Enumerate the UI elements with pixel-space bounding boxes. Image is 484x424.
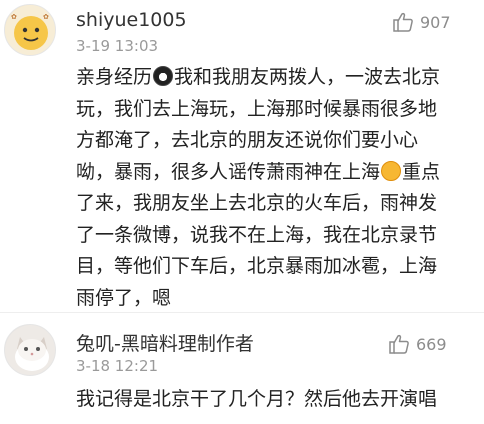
like-button[interactable]: 669 bbox=[388, 334, 447, 354]
comment-line: 雨停了，嗯 bbox=[76, 286, 172, 309]
comment-timestamp: 3-18 12:21 bbox=[76, 357, 159, 375]
comment-item-2: 兔叽-黑暗料理制作者 3-18 12:21 669 我记得是北京干了几个月？然后… bbox=[0, 318, 484, 424]
comment-divider bbox=[0, 312, 484, 313]
thumbs-up-icon bbox=[389, 334, 409, 354]
cat-photo-avatar-icon bbox=[5, 325, 55, 375]
like-button[interactable]: 907 bbox=[392, 12, 451, 32]
grin-emoji-icon bbox=[381, 160, 402, 181]
comment-line: 玩，我们去上海玩，上海那时候暴雨很多地 bbox=[76, 97, 438, 120]
comment-line: 呦，暴雨，很多人谣传萧雨神在上海 重点 bbox=[76, 160, 441, 183]
comment-body: 亲身经历 我和我朋友两拨人，一波去北京 玩，我们去上海玩，上海那时候暴雨很多地 方… bbox=[76, 62, 440, 314]
svg-text:✿: ✿ bbox=[11, 13, 17, 21]
comment-item-1: ✿ ✿ shiyue1005 3-19 13:03 907 亲身经历 我和我朋友两… bbox=[0, 0, 484, 309]
thumbs-up-icon bbox=[393, 12, 413, 32]
comment-username[interactable]: shiyue1005 bbox=[76, 9, 187, 31]
comment-line: 了一条微博，说我不在上海，我在北京录节 bbox=[76, 223, 438, 246]
comment-timestamp: 3-19 13:03 bbox=[76, 37, 159, 55]
face-emoji-icon bbox=[153, 66, 174, 86]
comment-line: 亲身经历 我和我朋友两拨人，一波去北京 bbox=[76, 66, 441, 88]
comment-line: 目，等他们下车后，北京暴雨加冰雹，上海 bbox=[76, 255, 438, 277]
comment-line: 方都淹了，去北京的朋友还说你们要小心 bbox=[76, 129, 419, 151]
comment-line: 我记得是北京干了几个月？然后他去开演唱 bbox=[76, 388, 438, 410]
comment-line: 了来，我朋友坐上去北京的火车后，雨神发 bbox=[76, 192, 438, 214]
cartoon-face-avatar-icon: ✿ ✿ bbox=[5, 5, 55, 55]
svg-text:✿: ✿ bbox=[43, 13, 49, 21]
comment-body: 我记得是北京干了几个月？然后他去开演唱 bbox=[76, 384, 437, 416]
avatar[interactable]: ✿ ✿ bbox=[4, 4, 56, 56]
like-count: 907 bbox=[420, 12, 451, 32]
comment-username[interactable]: 兔叽-黑暗料理制作者 bbox=[76, 329, 254, 356]
like-count: 669 bbox=[416, 334, 447, 354]
avatar[interactable] bbox=[4, 324, 56, 376]
